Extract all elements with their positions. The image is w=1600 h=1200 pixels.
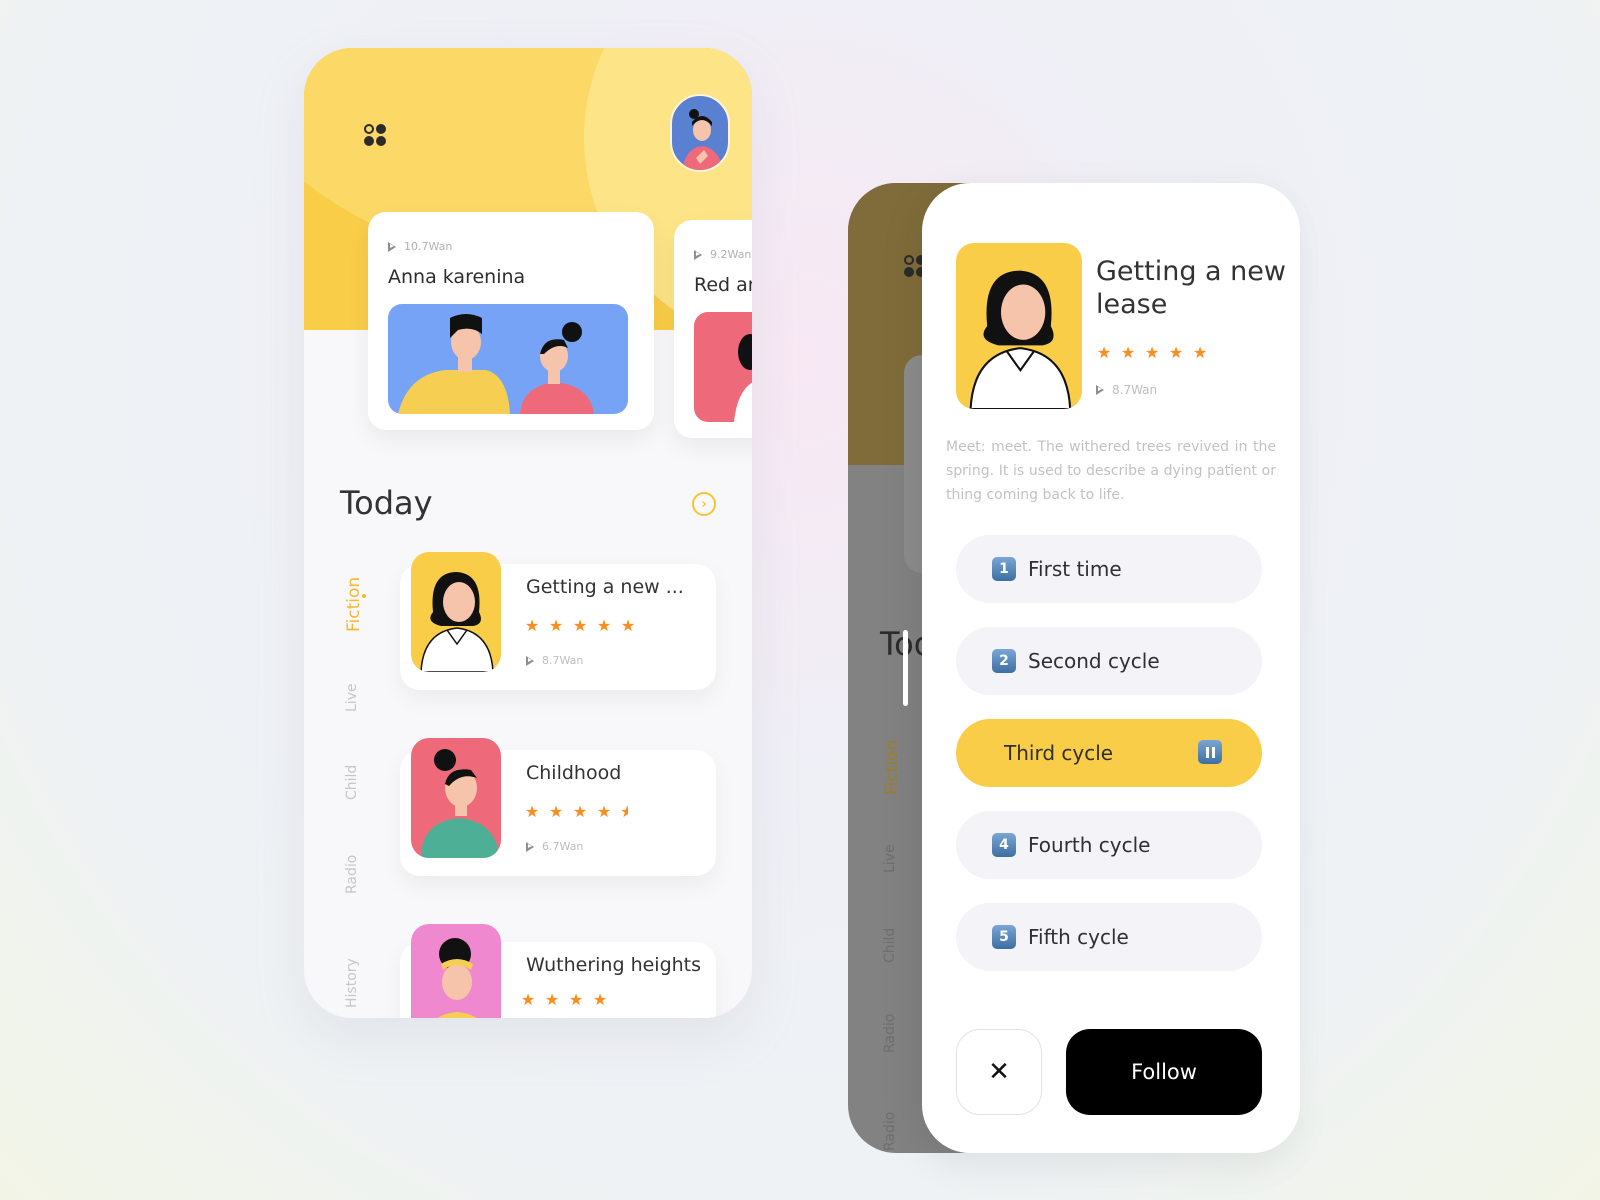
featured-title: Red and Black: [694, 274, 752, 296]
star-icon: ★: [568, 990, 584, 1009]
book-title: Childhood: [526, 762, 622, 784]
keycap-1-icon: 1: [992, 557, 1016, 581]
star-icon: ★: [620, 616, 636, 635]
star-icon: ★: [520, 990, 536, 1009]
home-screen: 10.7Wan Anna karenina 9.2Wan Red and Bla…: [304, 48, 752, 1018]
episode-label: Fifth cycle: [1028, 925, 1129, 949]
featured-title: Anna karenina: [388, 266, 526, 288]
tab-radio: Radio: [882, 1111, 898, 1151]
book-detail-sheet: Getting a new lease ★ ★ ★ ★ ★ 8.7Wan Meet: m…: [922, 183, 1300, 1153]
play-count: 8.7Wan: [1112, 383, 1158, 397]
featured-cover-art: [694, 312, 752, 422]
episode-item-1[interactable]: 1 First time: [956, 535, 1262, 603]
play-icon: [388, 241, 396, 252]
keycap-2-icon: 2: [992, 649, 1016, 673]
rating-stars: ★ ★ ★ ★ ★: [524, 804, 628, 820]
play-count: 9.2Wan: [710, 248, 752, 261]
book-cover: [411, 738, 501, 858]
rating-stars: ★ ★ ★ ★ ★: [1096, 345, 1208, 361]
episode-item-5[interactable]: 5 Fifth cycle: [956, 903, 1262, 971]
star-icon: ★: [1096, 343, 1112, 362]
book-title: Getting a new ...: [526, 576, 684, 598]
tab-radio: Radio: [882, 1013, 898, 1053]
play-icon: [526, 841, 534, 852]
featured-card[interactable]: 10.7Wan Anna karenina: [368, 212, 654, 430]
star-icon: ★: [596, 802, 612, 821]
book-cover: [956, 243, 1082, 409]
episode-item-3-playing[interactable]: Third cycle: [956, 719, 1262, 787]
section-title: Today: [340, 484, 433, 522]
play-icon: [526, 655, 534, 666]
close-icon: ✕: [988, 1057, 1010, 1087]
follow-button[interactable]: Follow: [1066, 1029, 1262, 1115]
star-icon: ★: [592, 990, 608, 1009]
star-icon: ★: [524, 616, 540, 635]
star-icon: ★: [1168, 343, 1184, 362]
star-icon: ★: [1120, 343, 1136, 362]
book-cover: [411, 552, 501, 672]
featured-card[interactable]: 9.2Wan Red and Black: [674, 220, 752, 438]
star-icon: ★: [524, 802, 540, 821]
play-icon: [694, 249, 702, 260]
see-all-arrow-icon[interactable]: ›: [692, 492, 716, 516]
rating-stars: ★ ★ ★ ★ ★: [524, 618, 636, 634]
star-icon: ★: [572, 802, 588, 821]
user-avatar[interactable]: [670, 94, 730, 172]
tab-radio[interactable]: Radio: [344, 855, 360, 894]
keycap-4-icon: 4: [992, 833, 1016, 857]
episode-label: Second cycle: [1028, 649, 1160, 673]
featured-cover-art: [388, 304, 628, 414]
star-icon: ★: [572, 616, 588, 635]
play-count: 6.7Wan: [542, 840, 584, 853]
star-icon: ★: [544, 990, 560, 1009]
star-icon: ★: [548, 802, 564, 821]
tab-fiction: Fiction: [882, 739, 902, 795]
star-icon: ★: [1144, 343, 1160, 362]
active-tab-dot: [362, 594, 366, 598]
tab-live: Live: [882, 844, 898, 873]
tab-fiction[interactable]: Fiction: [344, 577, 364, 632]
sheet-drag-handle[interactable]: [903, 630, 908, 706]
episode-label: First time: [1028, 557, 1122, 581]
tab-child: Child: [882, 927, 898, 963]
tab-child[interactable]: Child: [344, 765, 360, 800]
star-icon: ★: [548, 616, 564, 635]
episode-label: Fourth cycle: [1028, 833, 1151, 857]
tab-live[interactable]: Live: [344, 683, 360, 712]
star-icon: ★: [1192, 343, 1208, 362]
play-count: 8.7Wan: [542, 654, 584, 667]
play-icon: [1096, 385, 1104, 395]
episode-item-2[interactable]: 2 Second cycle: [956, 627, 1262, 695]
book-title: Getting a new lease: [1096, 256, 1286, 320]
episode-item-4[interactable]: 4 Fourth cycle: [956, 811, 1262, 879]
play-count: 10.7Wan: [404, 240, 453, 253]
star-icon: ★: [596, 616, 612, 635]
episode-label: Third cycle: [1004, 741, 1114, 765]
rating-stars: ★ ★ ★ ★: [520, 992, 608, 1008]
half-star-icon: ★: [620, 804, 628, 820]
book-title: Wuthering heights: [526, 954, 702, 976]
close-button[interactable]: ✕: [956, 1029, 1042, 1115]
tab-history[interactable]: History: [344, 958, 360, 1008]
book-cover: [411, 924, 501, 1018]
keycap-5-icon: 5: [992, 925, 1016, 949]
pause-icon[interactable]: [1198, 740, 1222, 764]
menu-grid-icon[interactable]: [364, 124, 388, 148]
book-description: Meet: meet. The withered trees revived i…: [946, 439, 1276, 503]
